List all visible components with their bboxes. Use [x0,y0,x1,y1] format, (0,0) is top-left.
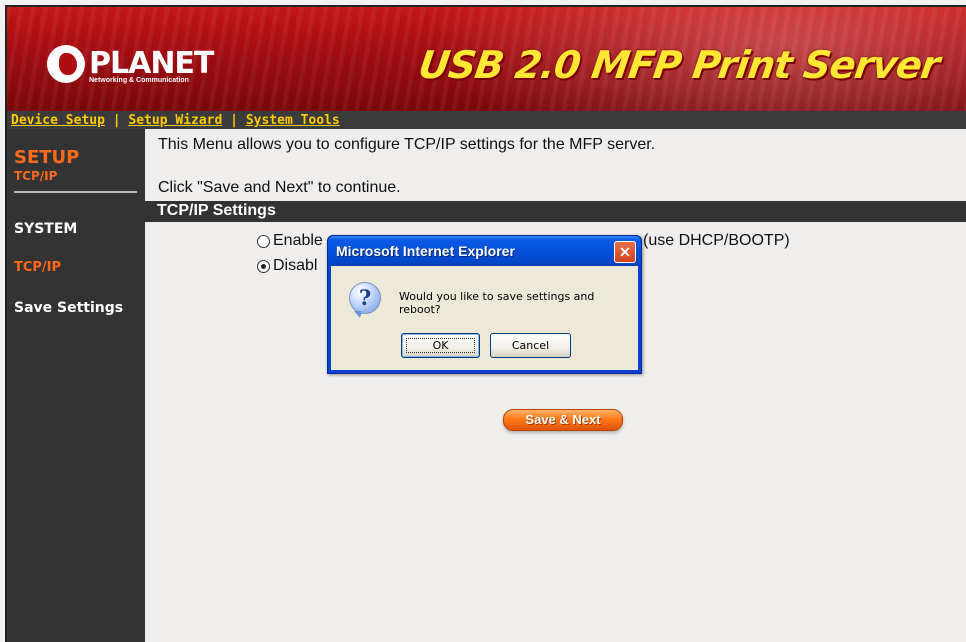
dialog-title: Microsoft Internet Explorer [336,243,515,259]
logo-text: PLANET [89,46,214,81]
nav-setup-wizard[interactable]: Setup Wizard [128,113,222,128]
ok-button[interactable]: OK [401,333,480,358]
instruction-text: Click "Save and Next" to continue. [158,179,401,196]
sidebar-divider [14,191,137,193]
dialog-titlebar[interactable]: Microsoft Internet Explorer ✕ [328,236,641,266]
close-icon[interactable]: ✕ [614,241,636,263]
dhcp-note: (use DHCP/BOOTP) [643,232,790,249]
sidebar-section-subtitle: TCP/IP [14,169,58,183]
planet-logo: PLANET Networking & Communication [47,41,214,87]
sidebar-item-save-settings[interactable]: Save Settings [14,300,123,316]
question-icon-glyph: ? [358,285,372,310]
option-enable[interactable]: Enable [257,232,323,250]
browser-page: PLANET Networking & Communication USB 2.… [5,5,966,642]
sidebar-item-tcpip[interactable]: TCP/IP [14,260,61,275]
sidebar-section-title: SETUP [14,147,80,168]
product-title: USB 2.0 MFP Print Server [415,43,942,87]
sidebar: SETUP TCP/IP SYSTEM TCP/IP Save Settings [7,129,145,642]
section-title: TCP/IP Settings [157,202,276,219]
cancel-button[interactable]: Cancel [490,333,571,358]
nav-separator: | [112,113,121,128]
save-next-button[interactable]: Save & Next [503,409,623,431]
top-nav-links: Device Setup | Setup Wizard | System Too… [11,113,340,128]
disable-label: Disabl [273,257,318,274]
globe-icon [47,45,85,83]
disable-radio[interactable] [257,259,270,273]
section-header: TCP/IP Settings [145,201,966,222]
dialog-message: Would you like to save settings and rebo… [399,290,595,316]
nav-separator: | [230,113,238,128]
nav-device-setup[interactable]: Device Setup [11,113,105,128]
logo-subtitle: Networking & Communication [89,77,189,84]
dialog-body: ? Would you like to save settings and re… [331,266,638,370]
question-icon: ? [349,282,381,318]
focus-ring [406,338,475,353]
option-disable[interactable]: Disabl [257,257,317,275]
enable-label: Enable [273,232,323,249]
top-nav: Device Setup | Setup Wizard | System Too… [7,111,966,129]
nav-system-tools[interactable]: System Tools [246,113,340,128]
intro-text: This Menu allows you to configure TCP/IP… [158,136,656,153]
sidebar-item-system[interactable]: SYSTEM [14,221,77,237]
main-content: This Menu allows you to configure TCP/IP… [145,129,966,642]
enable-radio[interactable] [257,234,270,248]
confirm-dialog: Microsoft Internet Explorer ✕ ? Would yo… [327,235,642,374]
header-banner: PLANET Networking & Communication USB 2.… [7,7,966,111]
